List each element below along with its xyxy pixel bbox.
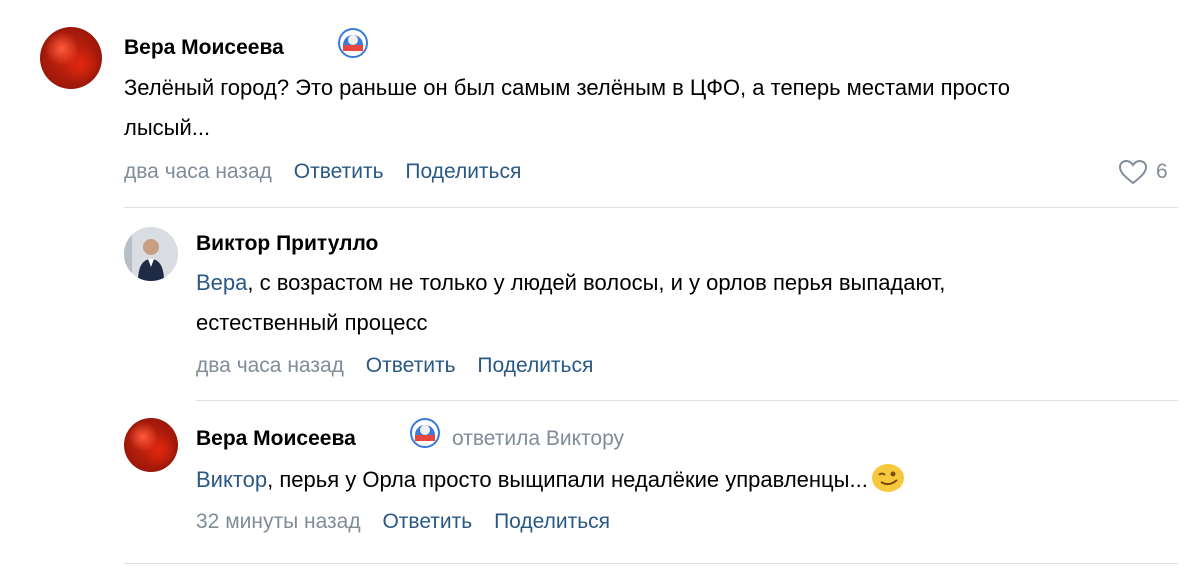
reply-to-label[interactable]: ответила Виктору [452, 427, 624, 451]
share-button[interactable]: Поделиться [494, 510, 610, 533]
comment-author[interactable]: Вера Моисеева [196, 427, 356, 451]
like-button[interactable]: 6 [1118, 159, 1168, 185]
comment-author[interactable]: Виктор Притулло [196, 232, 378, 256]
share-button[interactable]: Поделиться [405, 160, 521, 183]
donut-badge-icon [410, 418, 440, 448]
divider [196, 400, 1178, 401]
mention-link[interactable]: Вера [196, 270, 247, 295]
comment-time[interactable]: два часа назад [196, 354, 344, 377]
divider [124, 563, 1178, 564]
comment-text: Вера, с возрастом не только у людей воло… [196, 263, 1056, 343]
avatar[interactable] [124, 418, 178, 472]
comment-body: Зелёный город? Это раньше он был самым з… [124, 75, 1011, 140]
wink-emoji-icon [871, 464, 904, 492]
mention-link[interactable]: Виктор [196, 467, 267, 492]
avatar[interactable] [40, 27, 102, 89]
like-count: 6 [1156, 160, 1168, 183]
comment-body: , с возрастом не только у людей волосы, … [196, 270, 946, 335]
reply-button[interactable]: Ответить [366, 354, 456, 377]
comment-meta: 32 минуты назад Ответить Поделиться [196, 510, 610, 534]
heart-icon [1118, 159, 1148, 185]
divider [124, 207, 1178, 208]
comment-meta: два часа назад Ответить Поделиться [124, 160, 521, 184]
reply-button[interactable]: Ответить [294, 160, 384, 183]
comment-author[interactable]: Вера Моисеева [124, 36, 284, 60]
comment-text: Зелёный город? Это раньше он был самым з… [124, 68, 1084, 148]
share-button[interactable]: Поделиться [477, 354, 593, 377]
comment-body: , перья у Орла просто выщипали недалёкие… [267, 467, 868, 492]
comment-meta: два часа назад Ответить Поделиться [196, 354, 593, 378]
comment-time[interactable]: 32 минуты назад [196, 510, 361, 533]
donut-badge-icon [338, 28, 368, 58]
avatar[interactable] [124, 227, 178, 281]
comment-text: Виктор, перья у Орла просто выщипали нед… [196, 460, 1186, 500]
person-photo-icon [124, 227, 178, 281]
reply-button[interactable]: Ответить [382, 510, 472, 533]
comment-time[interactable]: два часа назад [124, 160, 272, 183]
